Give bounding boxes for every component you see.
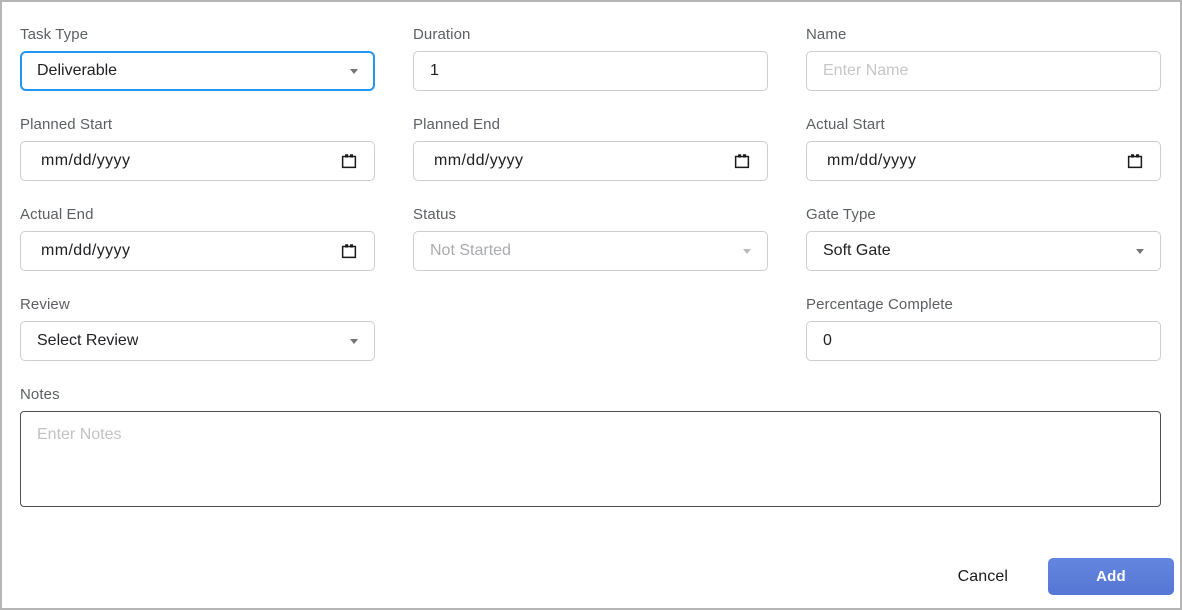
calendar-icon[interactable] bbox=[733, 152, 751, 170]
review-value: Select Review bbox=[37, 332, 139, 349]
actual-start-label: Actual Start bbox=[806, 116, 885, 133]
percentage-complete-field-group: Percentage Complete bbox=[806, 295, 1161, 361]
planned-end-label: Planned End bbox=[413, 116, 501, 133]
planned-start-field-group: Planned Start mm/dd/yyyy bbox=[20, 115, 375, 181]
calendar-icon[interactable] bbox=[340, 152, 358, 170]
actual-start-date-input[interactable]: mm/dd/yyyy bbox=[806, 141, 1161, 181]
planned-end-field-group: Planned End mm/dd/yyyy bbox=[413, 115, 768, 181]
name-label: Name bbox=[806, 26, 847, 43]
status-value: Not Started bbox=[430, 242, 511, 259]
review-select[interactable]: Select Review bbox=[20, 321, 375, 361]
actual-end-date-input[interactable]: mm/dd/yyyy bbox=[20, 231, 375, 271]
status-select[interactable]: Not Started bbox=[413, 231, 768, 271]
actual-end-value: mm/dd/yyyy bbox=[41, 242, 131, 259]
planned-start-label: Planned Start bbox=[20, 116, 113, 133]
add-button[interactable]: Add bbox=[1048, 558, 1174, 595]
percentage-complete-input[interactable] bbox=[806, 321, 1161, 361]
actual-end-field-group: Actual End mm/dd/yyyy bbox=[20, 205, 375, 271]
task-editor-dialog: { "dialog": { "fields": { "task_type": {… bbox=[0, 0, 1182, 610]
task-type-label: Task Type bbox=[20, 26, 89, 43]
task-type-select[interactable]: Deliverable bbox=[20, 51, 375, 91]
gate-type-select[interactable]: Soft Gate bbox=[806, 231, 1161, 271]
gate-type-field-group: Gate Type Soft Gate bbox=[806, 205, 1161, 271]
actual-start-value: mm/dd/yyyy bbox=[827, 152, 917, 169]
status-field-group: Status Not Started bbox=[413, 205, 768, 271]
notes-textarea[interactable] bbox=[20, 411, 1161, 507]
chevron-down-icon bbox=[743, 248, 751, 254]
percentage-complete-label: Percentage Complete bbox=[806, 296, 953, 313]
calendar-icon[interactable] bbox=[340, 242, 358, 260]
chevron-down-icon bbox=[350, 68, 358, 74]
empty-cell bbox=[413, 295, 768, 361]
gate-type-label: Gate Type bbox=[806, 206, 876, 223]
status-label: Status bbox=[413, 206, 457, 223]
dialog-footer: Cancel Add bbox=[958, 558, 1174, 595]
notes-field-group: Notes bbox=[20, 385, 1161, 512]
planned-start-date-input[interactable]: mm/dd/yyyy bbox=[20, 141, 375, 181]
task-type-value: Deliverable bbox=[37, 62, 118, 79]
duration-label: Duration bbox=[413, 26, 471, 43]
cancel-button[interactable]: Cancel bbox=[958, 568, 1008, 586]
actual-end-label: Actual End bbox=[20, 206, 94, 223]
duration-input[interactable] bbox=[413, 51, 768, 91]
name-input[interactable] bbox=[806, 51, 1161, 91]
actual-start-field-group: Actual Start mm/dd/yyyy bbox=[806, 115, 1161, 181]
chevron-down-icon bbox=[350, 338, 358, 344]
review-label: Review bbox=[20, 296, 70, 313]
task-form: Task Type Deliverable Duration Name Plan… bbox=[2, 2, 1180, 512]
duration-field-group: Duration bbox=[413, 25, 768, 91]
notes-label: Notes bbox=[20, 386, 60, 403]
planned-start-value: mm/dd/yyyy bbox=[41, 152, 131, 169]
review-field-group: Review Select Review bbox=[20, 295, 375, 361]
planned-end-value: mm/dd/yyyy bbox=[434, 152, 524, 169]
name-field-group: Name bbox=[806, 25, 1161, 91]
calendar-icon[interactable] bbox=[1126, 152, 1144, 170]
chevron-down-icon bbox=[1136, 248, 1144, 254]
gate-type-value: Soft Gate bbox=[823, 242, 891, 259]
planned-end-date-input[interactable]: mm/dd/yyyy bbox=[413, 141, 768, 181]
task-type-field-group: Task Type Deliverable bbox=[20, 25, 375, 91]
